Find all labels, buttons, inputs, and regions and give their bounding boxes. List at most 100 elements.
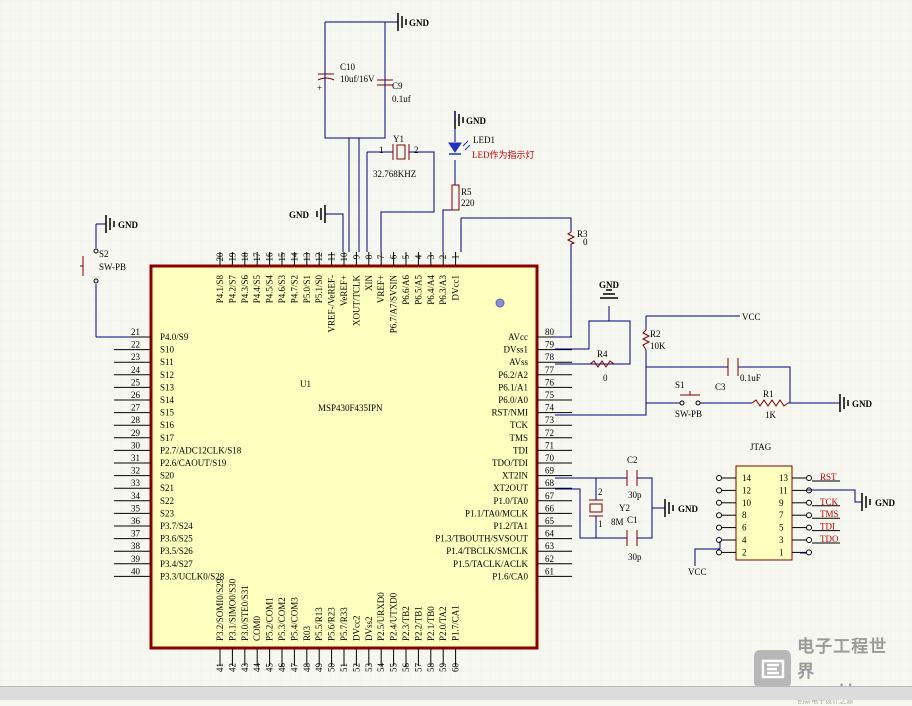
u1-pin-13[interactable]: 13 P5.0/S1 [302, 252, 312, 303]
u1-pin-19[interactable]: 19 P4.2/S7 [227, 252, 237, 303]
u1-pin-2[interactable]: 2 P6.3/A3 [438, 252, 448, 305]
c3-value: 0.1uF [740, 373, 761, 383]
pin-number: 12 [314, 253, 324, 262]
u1-pin-16[interactable]: 16 P4.5/S4 [265, 252, 275, 303]
pin-name: P5.2/COM1 [265, 597, 275, 641]
r4-value: 0 [603, 373, 608, 383]
pin-number: 4 [413, 254, 423, 259]
pin-name: DVcc2 [351, 616, 361, 642]
u1-pin-20[interactable]: 20 P4.1/S8 [215, 252, 225, 303]
pin-name: XOUT/TCLK [351, 275, 361, 326]
pin-name: P6.7/A7/SVSIN [389, 275, 399, 334]
ground-label: GND [678, 504, 699, 514]
schematic-canvas: U1 MSP430F435IPN 21 P4.0/S922 S1023 S1124 S1… [0, 0, 912, 699]
u1-pin-14[interactable]: 14 P4.7/S2 [289, 252, 299, 303]
pin-number: 63 [545, 541, 555, 551]
pin-name: TDO/TDI [492, 458, 528, 468]
pin-name: P6.1/A1 [498, 382, 528, 392]
u1-pin-5[interactable]: 5 P6.6/A6 [401, 252, 411, 305]
r5-value: 220 [461, 198, 475, 208]
pin-number: 48 [302, 663, 312, 673]
pin-number: 13 [779, 473, 789, 483]
pin-number: 33 [131, 478, 141, 488]
u1-pin-10[interactable]: 10 VeREF+ [339, 252, 349, 306]
u1-pin-12[interactable]: 12 P5.1/S0 [314, 252, 324, 303]
pin-number: 14 [742, 473, 752, 483]
pin-number: 3 [779, 535, 784, 545]
pin-name: VeREF+ [339, 275, 349, 306]
pin-number: 57 [413, 663, 423, 673]
u1-pin-1[interactable]: 1 DVcc1 [451, 252, 461, 301]
y2-pin2: 2 [598, 487, 603, 497]
bottom-scrollbar[interactable] [0, 686, 912, 700]
u1-pin-7[interactable]: 7 VREF+ [376, 252, 386, 303]
pin-name: P4.5/S4 [265, 275, 275, 304]
eeworld-logo-icon [754, 650, 792, 688]
svg-text:TCK: TCK [820, 497, 839, 507]
pin-name: VREF-/VeREF- [327, 275, 337, 333]
u1-pin-18[interactable]: 18 P4.3/S6 [240, 252, 250, 303]
pin-name: P6.4/A4 [426, 275, 436, 305]
pin-number: 15 [277, 252, 287, 262]
pin-name: P2.7/ADC12CLK/S18 [160, 445, 242, 455]
pin-number: 43 [240, 663, 250, 673]
pin-number: 45 [265, 663, 275, 673]
r4-ref: R4 [597, 349, 608, 359]
u1-pin-4[interactable]: 4 P6.5/A5 [413, 252, 423, 305]
pin-name: P5.5/R13 [314, 607, 324, 641]
pin-number: 24 [131, 365, 141, 375]
pin-number: 17 [252, 252, 262, 262]
pin-name: P4.2/S7 [227, 275, 237, 304]
s2-value: SW-PB [99, 262, 126, 272]
u1-pin-3[interactable]: 3 P6.4/A4 [426, 252, 436, 305]
led1-ref: LED1 [473, 135, 495, 145]
r1-ref: R1 [763, 389, 774, 399]
pin-name: S12 [160, 370, 174, 380]
y2-pin1: 1 [598, 519, 603, 529]
pin-number: 68 [545, 478, 555, 488]
pin-name: XIN [364, 275, 374, 291]
u1-pin-15[interactable]: 15 P4.6/S3 [277, 252, 287, 303]
pin-name: P3.5/S26 [160, 546, 193, 556]
pin-name: P5.3/COM2 [277, 597, 287, 641]
pin-name: P5.6/R23 [327, 607, 337, 641]
vcc-net-1: VCC [742, 312, 761, 322]
ground-label: GND [466, 116, 487, 126]
pin-name: P6.6/A6 [401, 275, 411, 305]
pin-name: P6.2/A2 [498, 370, 528, 380]
pin-name: TMS [509, 433, 528, 443]
pin-name: P4.6/S3 [277, 275, 287, 304]
pin-name: S13 [160, 382, 175, 392]
pin-number: 69 [545, 466, 555, 476]
svg-text:TDI: TDI [820, 522, 835, 532]
pin-number: 7 [376, 254, 386, 259]
pin-number: 62 [545, 554, 554, 564]
pin-number: 51 [339, 663, 349, 672]
pin-name: VREF+ [376, 275, 386, 303]
pin-number: 1 [779, 547, 784, 557]
pin-number: 59 [438, 663, 448, 673]
ground-label: GND [852, 399, 873, 409]
s2-ref: S2 [99, 249, 109, 259]
r3-value: 0 [583, 237, 588, 247]
ground-label: GND [289, 210, 310, 220]
u1-pin-17[interactable]: 17 P4.4/S5 [252, 252, 262, 303]
pin-number: 58 [426, 663, 436, 673]
pin-name: P4.0/S9 [160, 332, 189, 342]
pin-name: P4.4/S5 [252, 275, 262, 304]
pin-name: S22 [160, 496, 174, 506]
pin-number: 3 [426, 254, 436, 259]
c1-value: 30p [628, 552, 642, 562]
s1-ref: S1 [675, 380, 685, 390]
c9-value: 0.1uf [392, 94, 411, 104]
pin-name: DVss1 [503, 345, 528, 355]
svg-text:TMS: TMS [820, 509, 839, 519]
s1-value: SW-PB [675, 409, 702, 419]
u1-body[interactable] [149, 264, 539, 650]
pin-number: 38 [131, 541, 141, 551]
pin-number: 6 [742, 523, 747, 533]
pin-number: 10 [742, 498, 752, 508]
pin-number: 5 [779, 523, 784, 533]
y2-ref: Y2 [619, 503, 630, 513]
pin-number: 28 [131, 415, 141, 425]
